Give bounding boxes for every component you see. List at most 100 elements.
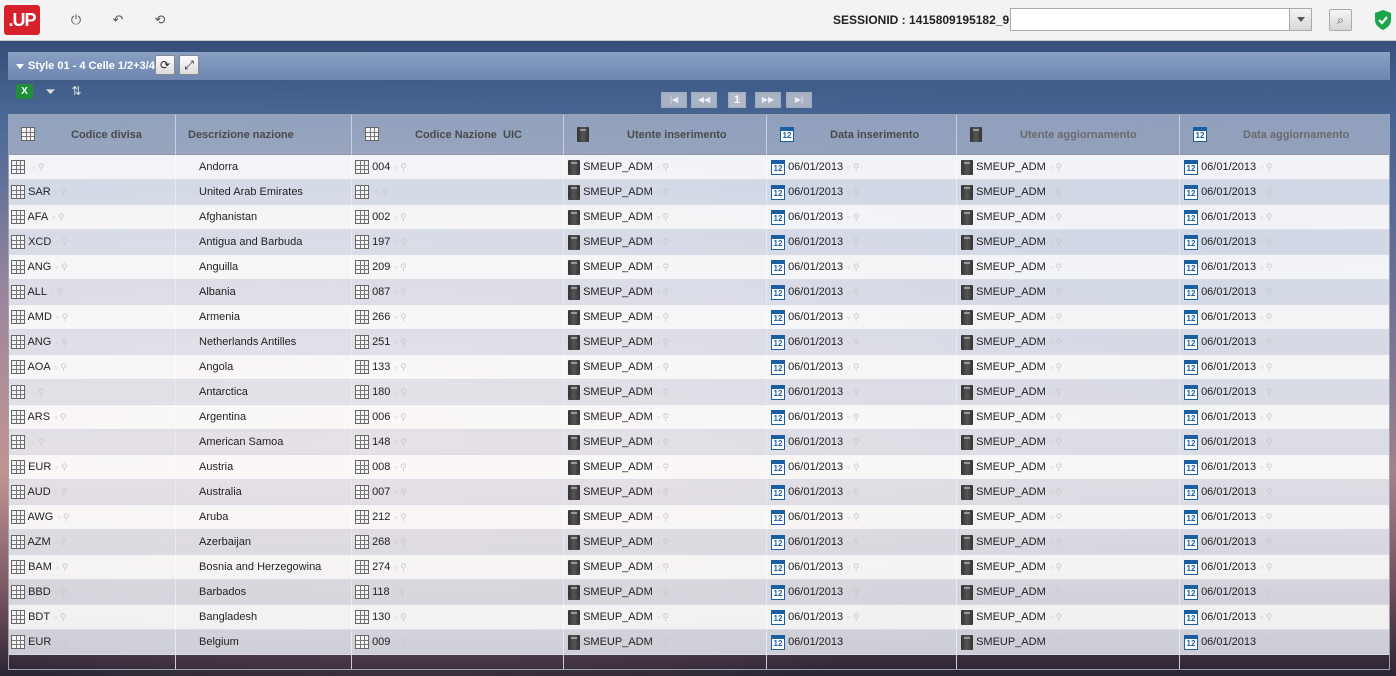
- cell-utente-aggiornamento[interactable]: SMEUP_ADM ▫ ⚲: [961, 380, 1062, 404]
- next-page-button[interactable]: ▶▶: [755, 92, 781, 108]
- cell-descrizione-nazione[interactable]: Netherlands Antilles: [199, 330, 296, 354]
- cell-data-aggiornamento[interactable]: 12 06/01/2013 ▫ ⚲: [1184, 530, 1272, 554]
- cell-codice-nazione-uic[interactable]: 266 ▫ ⚲: [355, 305, 407, 329]
- cell-utente-inserimento[interactable]: SMEUP_ADM ▫ ⚲: [568, 605, 669, 629]
- cell-utente-inserimento[interactable]: SMEUP_ADM ▫ ⚲: [568, 330, 669, 354]
- cell-codice-nazione-uic[interactable]: 197 ▫ ⚲: [355, 230, 407, 254]
- cell-utente-inserimento[interactable]: SMEUP_ADM ▫ ⚲: [568, 480, 669, 504]
- cell-data-aggiornamento[interactable]: 12 06/01/2013 ▫ ⚲: [1184, 380, 1272, 404]
- cell-data-inserimento[interactable]: 12 06/01/2013 ▫ ⚲: [771, 180, 859, 204]
- cell-descrizione-nazione[interactable]: Austria: [199, 455, 233, 479]
- table-row[interactable]: EUR ▫ ⚲ Austria 008 ▫ ⚲ SMEUP_ADM ▫ ⚲ 12 06/0…: [9, 455, 1389, 480]
- cell-data-aggiornamento[interactable]: 12 06/01/2013 ▫ ⚲: [1184, 205, 1272, 229]
- cell-utente-aggiornamento[interactable]: SMEUP_ADM ▫ ⚲: [961, 430, 1062, 454]
- session-combo[interactable]: [1010, 8, 1312, 31]
- cell-utente-aggiornamento[interactable]: SMEUP_ADM ▫ ⚲: [961, 530, 1062, 554]
- table-row[interactable]: BAM ▫ ⚲ Bosnia and Herzegowina 274 ▫ ⚲ SMEU…: [9, 555, 1389, 580]
- sort-icon[interactable]: ⇅: [68, 84, 85, 99]
- table-row[interactable]: AFA ▫ ⚲ Afghanistan 002 ▫ ⚲ SMEUP_ADM ▫ ⚲ 12 …: [9, 205, 1389, 230]
- cell-codice-nazione-uic[interactable]: 002 ▫ ⚲: [355, 205, 407, 229]
- cell-utente-aggiornamento[interactable]: SMEUP_ADM ▫ ⚲: [961, 480, 1062, 504]
- table-row[interactable]: AMD ▫ ⚲ Armenia 266 ▫ ⚲ SMEUP_ADM ▫ ⚲ 12 06/0…: [9, 305, 1389, 330]
- cell-codice-divisa[interactable]: AZM ▫ ⚲: [11, 530, 67, 554]
- cell-data-inserimento[interactable]: 12 06/01/2013 ▫ ⚲: [771, 380, 859, 404]
- cell-utente-aggiornamento[interactable]: SMEUP_ADM ▫ ⚲: [961, 330, 1062, 354]
- cell-utente-aggiornamento[interactable]: SMEUP_ADM ▫ ⚲: [961, 155, 1062, 179]
- search-button[interactable]: ⌕: [1329, 9, 1352, 31]
- cell-data-inserimento[interactable]: 12 06/01/2013 ▫ ⚲: [771, 230, 859, 254]
- cell-utente-inserimento[interactable]: SMEUP_ADM ▫ ⚲: [568, 230, 669, 254]
- cell-codice-divisa[interactable]: BAM ▫ ⚲: [11, 555, 68, 579]
- cell-utente-inserimento[interactable]: SMEUP_ADM ▫ ⚲: [568, 255, 669, 279]
- cell-data-inserimento[interactable]: 12 06/01/2013 ▫ ⚲: [771, 205, 859, 229]
- cell-data-aggiornamento[interactable]: 12 06/01/2013 ▫ ⚲: [1184, 455, 1272, 479]
- cell-codice-nazione-uic[interactable]: 004 ▫ ⚲: [355, 155, 407, 179]
- cell-data-aggiornamento[interactable]: 12 06/01/2013 ▫ ⚲: [1184, 580, 1272, 604]
- column-header-utente-aggiornamento[interactable]: Utente aggiornamento: [957, 115, 1180, 155]
- cell-data-aggiornamento[interactable]: 12 06/01/2013 ▫ ⚲: [1184, 480, 1272, 504]
- cell-codice-nazione-uic[interactable]: 251 ▫ ⚲: [355, 330, 407, 354]
- cell-codice-nazione-uic[interactable]: 274 ▫ ⚲: [355, 555, 407, 579]
- table-row[interactable]: ARS ▫ ⚲ Argentina 006 ▫ ⚲ SMEUP_ADM ▫ ⚲ 12 06…: [9, 405, 1389, 430]
- excel-export-icon[interactable]: X: [16, 84, 33, 99]
- cell-descrizione-nazione[interactable]: Anguilla: [199, 255, 238, 279]
- cell-codice-divisa[interactable]: XCD ▫ ⚲: [11, 230, 68, 254]
- cell-codice-nazione-uic[interactable]: 009 ▫ ⚲: [355, 630, 407, 654]
- cell-utente-aggiornamento[interactable]: SMEUP_ADM ▫ ⚲: [961, 255, 1062, 279]
- cell-codice-divisa[interactable]: AUD ▫ ⚲: [11, 480, 67, 504]
- cell-utente-inserimento[interactable]: SMEUP_ADM ▫ ⚲: [568, 305, 669, 329]
- cell-utente-aggiornamento[interactable]: SMEUP_ADM ▫ ⚲: [961, 605, 1062, 629]
- cell-utente-inserimento[interactable]: SMEUP_ADM ▫ ⚲: [568, 205, 669, 229]
- column-header-utente-inserimento[interactable]: Utente inserimento: [564, 115, 767, 155]
- cell-data-aggiornamento[interactable]: 12 06/01/2013 ▫ ⚲: [1184, 355, 1272, 379]
- cell-codice-divisa[interactable]: BBD ▫ ⚲: [11, 580, 67, 604]
- cell-data-aggiornamento[interactable]: 12 06/01/2013 ▫ ⚲: [1184, 155, 1272, 179]
- refresh-icon[interactable]: ⟲: [152, 12, 168, 28]
- cell-data-inserimento[interactable]: 12 06/01/2013 ▫ ⚲: [771, 155, 859, 179]
- table-row[interactable]: ANG ▫ ⚲ Anguilla 209 ▫ ⚲ SMEUP_ADM ▫ ⚲ 12 06/…: [9, 255, 1389, 280]
- cell-codice-divisa[interactable]: ALL ▫ ⚲: [11, 280, 63, 304]
- last-page-button[interactable]: ▶|: [786, 92, 812, 108]
- cell-codice-nazione-uic[interactable]: 130 ▫ ⚲: [355, 605, 407, 629]
- cell-codice-nazione-uic[interactable]: ▫ ⚲: [355, 180, 388, 204]
- cell-utente-aggiornamento[interactable]: SMEUP_ADM ▫ ⚲: [961, 180, 1062, 204]
- table-row[interactable]: AUD ▫ ⚲ Australia 007 ▫ ⚲ SMEUP_ADM ▫ ⚲ 12 06…: [9, 480, 1389, 505]
- cell-codice-nazione-uic[interactable]: 209 ▫ ⚲: [355, 255, 407, 279]
- table-row[interactable]: EUR ▫ ⚲ Belgium 009 ▫ ⚲ SMEUP_ADM ▫ ⚲ 12 06/0…: [9, 630, 1389, 655]
- table-row[interactable]: AWG ▫ ⚲ Aruba 212 ▫ ⚲ SMEUP_ADM ▫ ⚲ 12 06/01/…: [9, 505, 1389, 530]
- cell-utente-inserimento[interactable]: SMEUP_ADM ▫ ⚲: [568, 280, 669, 304]
- cell-descrizione-nazione[interactable]: Barbados: [199, 580, 246, 604]
- table-row[interactable]: ▫ ⚲ American Samoa 148 ▫ ⚲ SMEUP_ADM ▫ ⚲ 12 …: [9, 430, 1389, 455]
- cell-data-inserimento[interactable]: 12 06/01/2013 ▫ ⚲: [771, 605, 859, 629]
- cell-data-inserimento[interactable]: 12 06/01/2013 ▫ ⚲: [771, 555, 859, 579]
- cell-codice-divisa[interactable]: EUR ▫ ⚲: [11, 455, 68, 479]
- panel-refresh-button[interactable]: ⟳: [155, 55, 175, 75]
- cell-descrizione-nazione[interactable]: Angola: [199, 355, 233, 379]
- cell-codice-divisa[interactable]: AMD ▫ ⚲: [11, 305, 68, 329]
- cell-data-aggiornamento[interactable]: 12 06/01/2013 ▫ ⚲: [1184, 630, 1272, 654]
- table-row[interactable]: ▫ ⚲ Antarctica 180 ▫ ⚲ SMEUP_ADM ▫ ⚲ 12 06/0…: [9, 380, 1389, 405]
- cell-data-aggiornamento[interactable]: 12 06/01/2013 ▫ ⚲: [1184, 555, 1272, 579]
- cell-descrizione-nazione[interactable]: Antigua and Barbuda: [199, 230, 302, 254]
- cell-utente-aggiornamento[interactable]: SMEUP_ADM ▫ ⚲: [961, 230, 1062, 254]
- cell-descrizione-nazione[interactable]: Argentina: [199, 405, 246, 429]
- cell-data-inserimento[interactable]: 12 06/01/2013 ▫ ⚲: [771, 305, 859, 329]
- cell-data-aggiornamento[interactable]: 12 06/01/2013 ▫ ⚲: [1184, 330, 1272, 354]
- table-row[interactable]: BBD ▫ ⚲ Barbados 118 ▫ ⚲ SMEUP_ADM ▫ ⚲ 12 06/…: [9, 580, 1389, 605]
- cell-codice-nazione-uic[interactable]: 180 ▫ ⚲: [355, 380, 407, 404]
- cell-data-aggiornamento[interactable]: 12 06/01/2013 ▫ ⚲: [1184, 255, 1272, 279]
- cell-data-aggiornamento[interactable]: 12 06/01/2013 ▫ ⚲: [1184, 605, 1272, 629]
- table-row[interactable]: BDT ▫ ⚲ Bangladesh 130 ▫ ⚲ SMEUP_ADM ▫ ⚲ 12 0…: [9, 605, 1389, 630]
- cell-utente-inserimento[interactable]: SMEUP_ADM ▫ ⚲: [568, 505, 669, 529]
- back-icon[interactable]: ↶: [110, 12, 126, 28]
- cell-codice-divisa[interactable]: ANG ▫ ⚲: [11, 330, 68, 354]
- cell-data-aggiornamento[interactable]: 12 06/01/2013 ▫ ⚲: [1184, 230, 1272, 254]
- column-header-codice-nazione-uic[interactable]: Codice Nazione UIC: [352, 115, 564, 155]
- prev-page-button[interactable]: ◀◀: [691, 92, 717, 108]
- cell-utente-aggiornamento[interactable]: SMEUP_ADM ▫ ⚲: [961, 280, 1062, 304]
- current-page[interactable]: 1: [728, 92, 746, 108]
- cell-utente-aggiornamento[interactable]: SMEUP_ADM ▫ ⚲: [961, 630, 1062, 654]
- cell-utente-aggiornamento[interactable]: SMEUP_ADM ▫ ⚲: [961, 405, 1062, 429]
- cell-data-aggiornamento[interactable]: 12 06/01/2013 ▫ ⚲: [1184, 305, 1272, 329]
- cell-utente-aggiornamento[interactable]: SMEUP_ADM ▫ ⚲: [961, 205, 1062, 229]
